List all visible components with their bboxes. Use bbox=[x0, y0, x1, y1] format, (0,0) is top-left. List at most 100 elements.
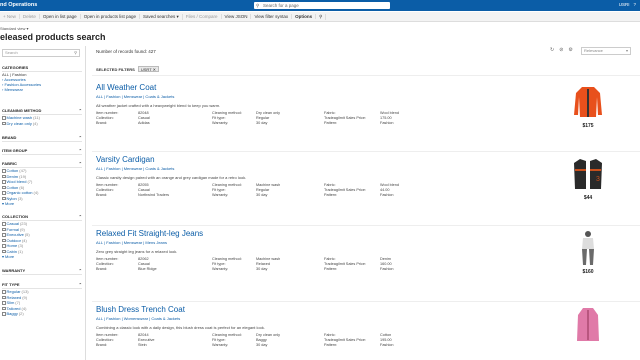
action-button[interactable]: Options bbox=[292, 14, 317, 19]
option-count: (3) bbox=[17, 195, 23, 201]
product-description: All weather jacket crafted with a heavyw… bbox=[96, 103, 221, 108]
categories-header[interactable]: CATEGORIES bbox=[2, 65, 82, 72]
chevron-down-icon: ▾ bbox=[2, 201, 5, 206]
option-count: (4) bbox=[33, 190, 39, 196]
category-link[interactable]: › Menswear bbox=[2, 87, 82, 92]
user-label[interactable]: USRI bbox=[619, 2, 630, 7]
checkbox[interactable] bbox=[2, 169, 6, 173]
fabric-more-link[interactable]: ▾ More bbox=[2, 201, 82, 206]
chevron-down-icon: ▾ bbox=[625, 48, 628, 53]
divider bbox=[92, 151, 640, 152]
cleaning-header[interactable]: CLEANING METHOD ⌃ bbox=[2, 108, 82, 115]
section-title: FABRIC bbox=[2, 161, 17, 166]
checkbox[interactable] bbox=[2, 121, 6, 125]
action-button[interactable]: Open in products list page bbox=[81, 14, 140, 19]
product-category-path[interactable]: ALL | Fashion | Menswear | Coats & Jacke… bbox=[96, 166, 636, 171]
action-button: Files / Compare bbox=[183, 14, 222, 19]
product-card: All Weather Coat ALL | Fashion | Menswear… bbox=[96, 83, 636, 129]
warranty-header[interactable]: WARRANTY ⌃ bbox=[2, 268, 82, 275]
product-category-path[interactable]: ALL | Fashion | Womenswear | Coats & Jac… bbox=[96, 316, 636, 321]
item-group-header[interactable]: ITEM GROUP ⌃ bbox=[2, 148, 82, 155]
product-name-link[interactable]: Relaxed Fit Straight-leg Jeans bbox=[96, 229, 636, 238]
checkbox[interactable] bbox=[2, 295, 6, 299]
attribute-label: Pattern: bbox=[324, 121, 338, 125]
checkbox[interactable] bbox=[2, 196, 6, 200]
product-name-link[interactable]: All Weather Coat bbox=[96, 83, 636, 92]
clear-filter-icon[interactable]: ⊘ bbox=[559, 47, 563, 53]
attribute-label: Brand: bbox=[96, 267, 108, 271]
option-count: (4) bbox=[21, 237, 27, 243]
action-button[interactable]: Open in list page bbox=[40, 14, 81, 19]
checkbox[interactable] bbox=[2, 185, 6, 189]
product-image[interactable] bbox=[572, 305, 604, 343]
cleaning-list: Machine wash (11) Dry clean only (4) bbox=[2, 115, 82, 126]
help-icon[interactable]: ? bbox=[633, 2, 636, 7]
product-card: Blush Dress Trench Coat ALL | Fashion | W… bbox=[96, 305, 636, 350]
fabric-header[interactable]: FABRIC ⌃ bbox=[2, 161, 82, 168]
action-button[interactable]: View JSON bbox=[222, 14, 252, 19]
settings-icon[interactable]: ⚙ bbox=[568, 47, 572, 53]
checkbox[interactable] bbox=[2, 249, 6, 253]
product-price: $160 bbox=[582, 269, 594, 275]
checkbox[interactable] bbox=[2, 191, 6, 195]
product-image[interactable]: 3 bbox=[572, 155, 604, 193]
attribute-label: Brand: bbox=[96, 121, 108, 125]
checkbox[interactable] bbox=[2, 238, 6, 242]
attribute-value: Fashion bbox=[380, 267, 394, 271]
page-search-input[interactable]: ⚲ Search for a page bbox=[254, 2, 390, 9]
action-button: Delete bbox=[20, 14, 40, 19]
collection-more-link[interactable]: ▾ More bbox=[2, 254, 82, 259]
action-bar: + New Delete Open in list page Open in prod… bbox=[0, 12, 640, 22]
checkbox[interactable] bbox=[2, 244, 6, 248]
product-name-link[interactable]: Blush Dress Trench Coat bbox=[96, 305, 636, 314]
product-category-path[interactable]: ALL | Fashion | Menswear | Coats & Jacke… bbox=[96, 94, 636, 99]
option-count: (19) bbox=[19, 173, 27, 179]
search-icon[interactable]: ⚲ bbox=[316, 13, 327, 20]
product-price: $175 bbox=[582, 123, 594, 129]
option-label: Nylon bbox=[6, 195, 17, 201]
option-count: (2) bbox=[18, 311, 24, 317]
action-button[interactable]: View filter syntax bbox=[251, 14, 293, 19]
product-image[interactable] bbox=[572, 83, 604, 121]
product-attributes: Item number: 82062 Cleaning method: Machine… bbox=[96, 257, 636, 274]
option-label: Dry clean only bbox=[6, 120, 32, 126]
checkbox[interactable] bbox=[2, 227, 6, 231]
checkbox[interactable] bbox=[2, 290, 6, 294]
action-button[interactable]: Saved searches ▾ bbox=[140, 13, 183, 20]
filter-option[interactable]: Dry clean only (4) bbox=[2, 121, 82, 127]
refresh-icon[interactable]: ↻ bbox=[550, 47, 554, 53]
top-right-area: USRI ? bbox=[619, 2, 636, 7]
item-group-section: ITEM GROUP ⌃ bbox=[2, 148, 82, 155]
view-selector[interactable]: Standard view ▾ bbox=[0, 26, 28, 31]
option-label: Regular bbox=[6, 289, 21, 295]
section-title: CLEANING METHOD bbox=[2, 108, 42, 113]
attribute-value: 30 day bbox=[256, 121, 268, 125]
product-attributes: Item number: 82048 Cleaning method: Dry cle… bbox=[96, 111, 636, 128]
chevron-up-icon: ⌃ bbox=[78, 161, 82, 166]
product-category-path[interactable]: ALL | Fashion | Menswear | Mens Jeans bbox=[96, 240, 636, 245]
checkbox[interactable] bbox=[2, 116, 6, 120]
checkbox[interactable] bbox=[2, 233, 6, 237]
checkbox[interactable] bbox=[2, 301, 6, 305]
product-name-link[interactable]: Varsity Cardigan bbox=[96, 155, 636, 164]
option-label: Slim bbox=[6, 300, 15, 306]
collection-header[interactable]: COLLECTION ⌃ bbox=[2, 214, 82, 221]
fit-type-header[interactable]: FIT TYPE ⌃ bbox=[2, 282, 82, 289]
filter-search-input[interactable]: Search ⚲ bbox=[2, 49, 80, 57]
option-label: Baggy bbox=[6, 311, 18, 317]
attribute-value: Fashion bbox=[380, 121, 394, 125]
checkbox[interactable] bbox=[2, 174, 6, 178]
checkbox[interactable] bbox=[2, 312, 6, 316]
filter-chip[interactable]: USRT ✕ bbox=[137, 66, 160, 72]
option-count: (11) bbox=[33, 115, 40, 121]
checkbox[interactable] bbox=[2, 306, 6, 310]
attribute-value: Northwind Traders bbox=[138, 193, 170, 197]
checkbox[interactable] bbox=[2, 180, 6, 184]
checkbox[interactable] bbox=[2, 222, 6, 226]
chevron-up-icon: ⌃ bbox=[78, 268, 82, 273]
product-image[interactable] bbox=[572, 229, 604, 267]
filter-option[interactable]: Baggy (2) bbox=[2, 311, 82, 317]
sort-dropdown[interactable]: Relevance ▾ bbox=[581, 47, 631, 55]
brand-header[interactable]: BRAND ⌃ bbox=[2, 135, 82, 142]
option-count: (9) bbox=[19, 226, 25, 232]
